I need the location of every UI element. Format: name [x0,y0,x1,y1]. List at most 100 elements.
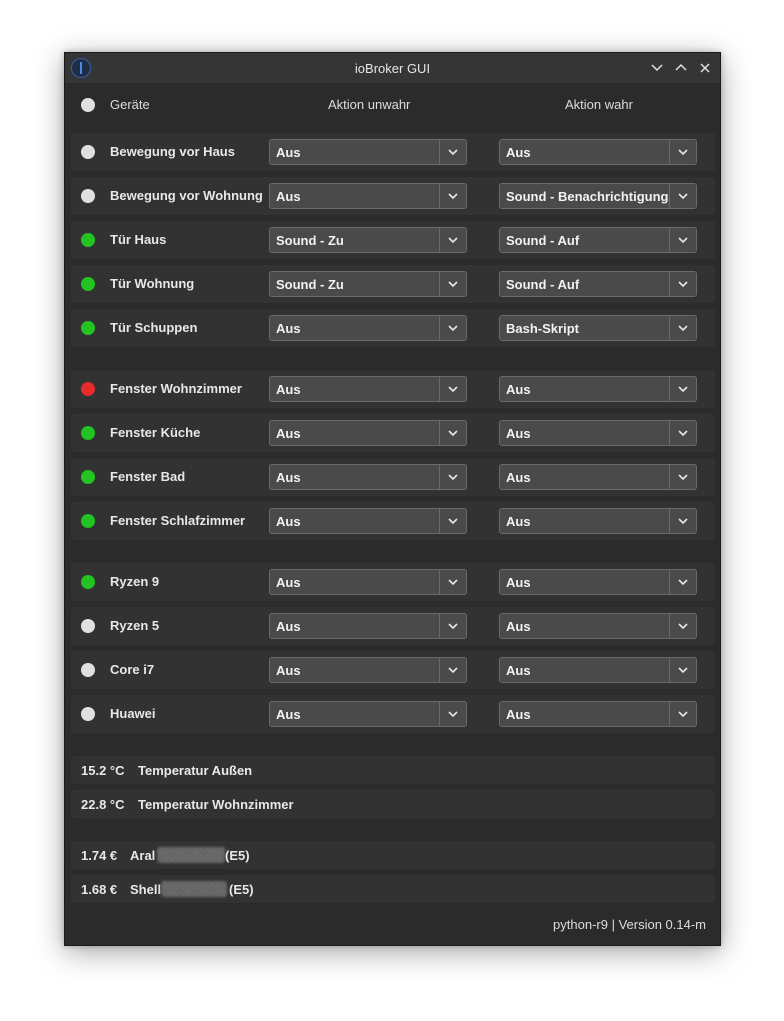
chevron-down-icon[interactable] [439,570,466,594]
action-true-select[interactable]: Aus [499,420,697,446]
maximize-icon[interactable] [674,61,688,75]
chevron-down-icon[interactable] [669,316,696,340]
chevron-down-icon[interactable] [669,184,696,208]
device-name: Core i7 [110,662,155,677]
action-false-select[interactable]: Aus [269,139,467,165]
action-false-select[interactable]: Aus [269,183,467,209]
action-false-value: Sound - Zu [276,233,344,248]
action-true-value: Aus [506,663,531,678]
action-false-select[interactable]: Aus [269,613,467,639]
chevron-down-icon[interactable] [669,421,696,445]
action-false-select[interactable]: Aus [269,701,467,727]
action-true-select[interactable]: Aus [499,569,697,595]
device-name: Tür Haus [110,232,167,247]
action-true-value: Aus [506,426,531,441]
action-false-select[interactable]: Sound - Zu [269,227,467,253]
chevron-down-icon[interactable] [669,228,696,252]
action-true-value: Aus [506,470,531,485]
temperature-row: 22.8 °C Temperatur Wohnzimmer [71,790,715,818]
action-true-select[interactable]: Sound - Auf [499,227,697,253]
action-true-select[interactable]: Aus [499,657,697,683]
status-indicator [81,382,95,396]
action-false-select[interactable]: Aus [269,569,467,595]
device-row: Fenster Küche Aus Aus [71,414,715,452]
chevron-down-icon[interactable] [669,465,696,489]
chevron-down-icon[interactable] [439,658,466,682]
chevron-down-icon[interactable] [669,614,696,638]
action-false-value: Aus [276,145,301,160]
device-name: Ryzen 9 [110,574,160,589]
action-true-select[interactable]: Sound - Benachrichtigung [499,183,697,209]
close-icon[interactable] [698,61,712,75]
device-row: Fenster Bad Aus Aus [71,458,715,496]
status-indicator [81,514,95,528]
action-true-select[interactable]: Aus [499,464,697,490]
chevron-down-icon[interactable] [669,702,696,726]
action-true-select[interactable]: Bash-Skript [499,315,697,341]
action-true-select[interactable]: Aus [499,376,697,402]
device-row: Fenster Wohnzimmer Aus Aus [71,370,715,408]
chevron-down-icon[interactable] [439,140,466,164]
chevron-down-icon[interactable] [439,272,466,296]
device-name: Huawei [110,706,156,721]
device-name: Tür Schuppen [110,320,198,335]
action-true-value: Aus [506,382,531,397]
action-true-select[interactable]: Aus [499,701,697,727]
chevron-down-icon[interactable] [669,377,696,401]
window-title: ioBroker GUI [354,61,431,76]
header-action-true-label: Aktion wahr [565,97,633,112]
chevron-down-icon[interactable] [669,509,696,533]
action-false-value: Aus [276,575,301,590]
action-false-value: Aus [276,619,301,634]
action-false-select[interactable]: Aus [269,508,467,534]
action-true-select[interactable]: Aus [499,613,697,639]
action-false-value: Aus [276,707,301,722]
action-false-value: Sound - Zu [276,277,344,292]
status-indicator [81,426,95,440]
action-false-select[interactable]: Aus [269,464,467,490]
chevron-down-icon[interactable] [439,614,466,638]
chevron-down-icon[interactable] [669,272,696,296]
status-indicator [81,619,95,633]
action-true-value: Bash-Skript [506,321,579,336]
action-false-value: Aus [276,382,301,397]
action-true-select[interactable]: Sound - Auf [499,271,697,297]
action-true-value: Aus [506,707,531,722]
fuel-price-value: 1.74 € [81,848,118,863]
device-row: Fenster Schlafzimmer Aus Aus [71,502,715,540]
fuel-price-row: 1.74 € Aral (E5) [71,841,715,869]
action-false-select[interactable]: Aus [269,315,467,341]
chevron-down-icon[interactable] [439,702,466,726]
chevron-down-icon[interactable] [439,509,466,533]
action-false-value: Aus [276,321,301,336]
action-true-select[interactable]: Aus [499,139,697,165]
redacted-address [161,881,227,897]
device-name: Fenster Schlafzimmer [110,513,246,528]
action-true-value: Sound - Auf [506,233,580,248]
chevron-down-icon[interactable] [669,658,696,682]
device-row: Tür Haus Sound - Zu Sound - Auf [71,221,715,259]
status-indicator [81,707,95,721]
action-false-value: Aus [276,189,301,204]
chevron-down-icon[interactable] [669,570,696,594]
chevron-down-icon[interactable] [439,421,466,445]
device-row: Ryzen 9 Aus Aus [71,563,715,601]
chevron-down-icon[interactable] [439,465,466,489]
chevron-down-icon[interactable] [439,228,466,252]
action-true-value: Sound - Auf [506,277,580,292]
chevron-down-icon[interactable] [439,184,466,208]
action-false-select[interactable]: Aus [269,376,467,402]
title-bar[interactable]: ioBroker GUI [65,53,720,83]
fuel-type: (E5) [229,882,254,897]
chevron-down-icon[interactable] [439,377,466,401]
action-true-value: Sound - Benachrichtigung [506,189,669,204]
chevron-down-icon[interactable] [439,316,466,340]
action-false-select[interactable]: Sound - Zu [269,271,467,297]
action-false-select[interactable]: Aus [269,657,467,683]
minimize-icon[interactable] [650,61,664,75]
action-false-select[interactable]: Aus [269,420,467,446]
chevron-down-icon[interactable] [669,140,696,164]
temperature-value: 22.8 °C [81,797,125,812]
status-indicator [81,145,95,159]
action-true-select[interactable]: Aus [499,508,697,534]
